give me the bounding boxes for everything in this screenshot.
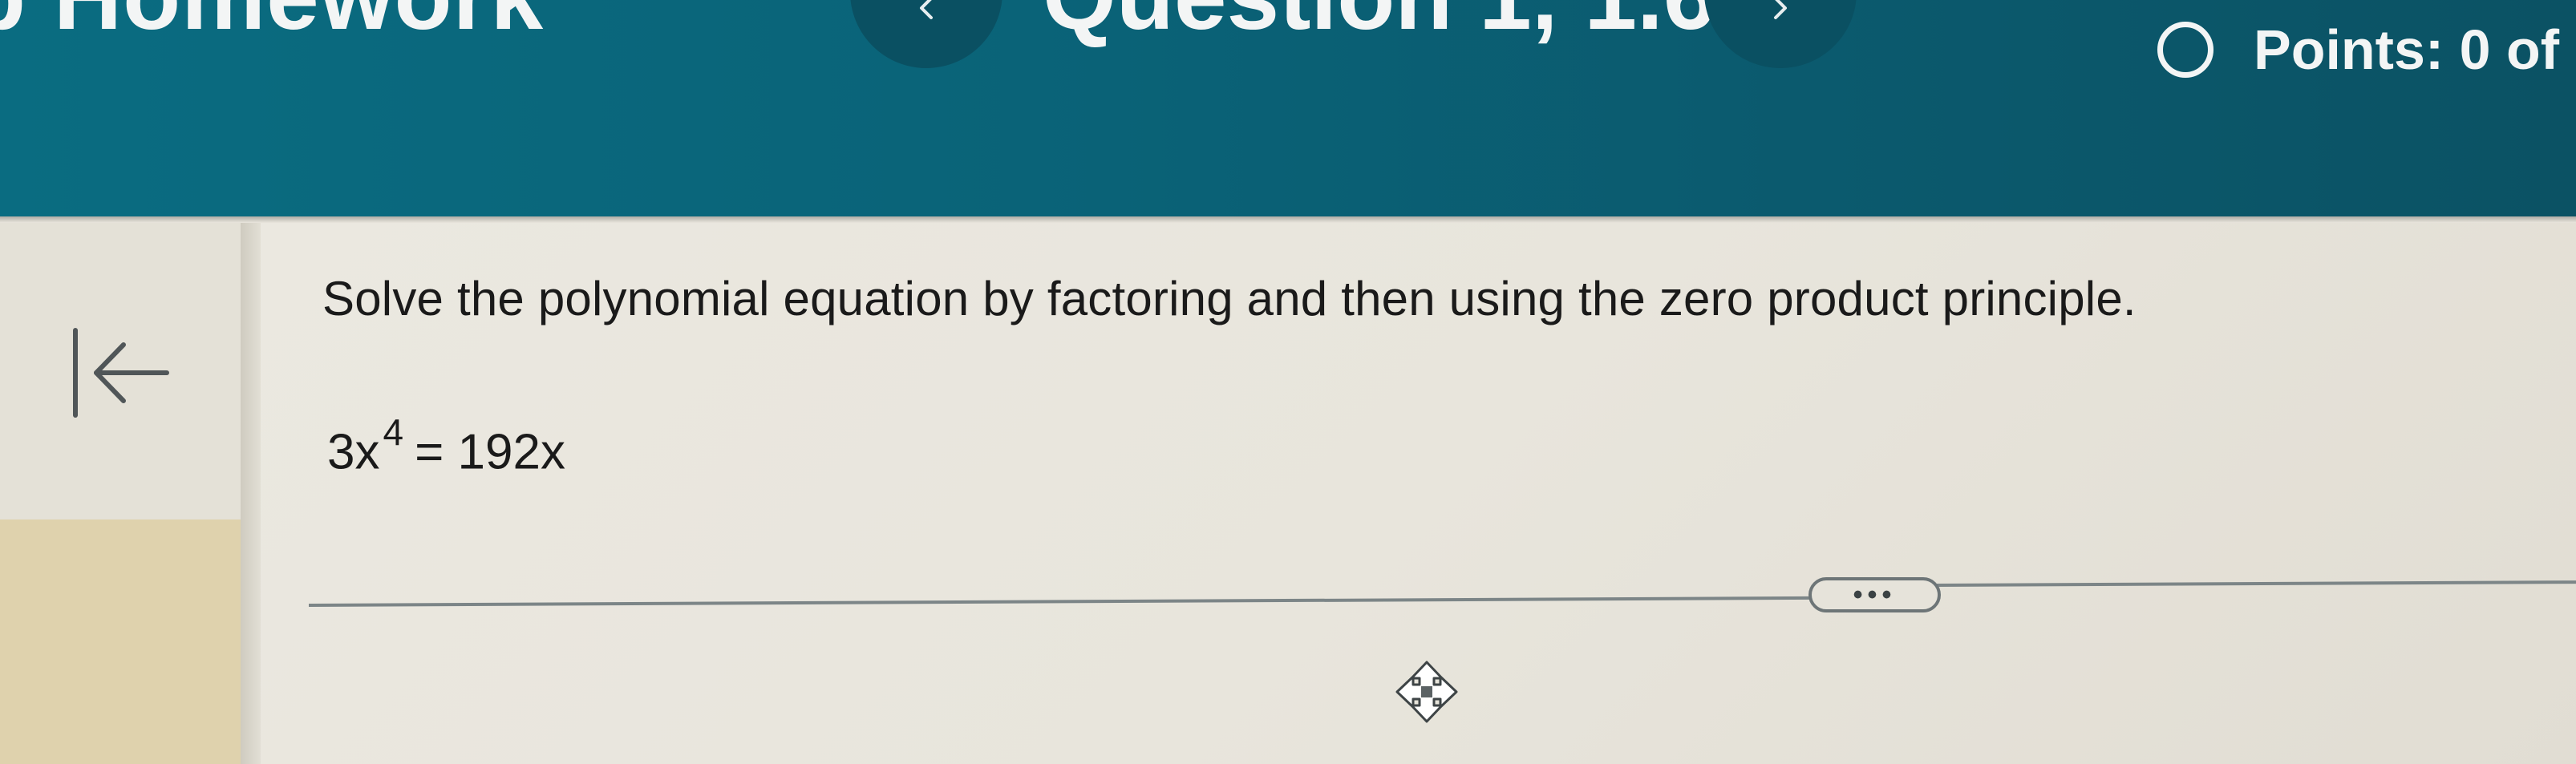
chevron-right-icon (1774, 0, 1787, 19)
expand-more-button[interactable]: ••• (1808, 577, 1941, 612)
previous-question-button[interactable] (850, 0, 1002, 68)
move-cursor-icon (1394, 659, 1460, 725)
arrow-left-to-bar-icon (73, 328, 169, 418)
more-label: ••• (1853, 580, 1897, 610)
header-bar: b Homework Question 1, 1.6-1 Points: 0 o… (0, 0, 2576, 216)
points-indicator: Points: 0 of (2157, 18, 2559, 82)
circle-outline-icon (2157, 22, 2213, 78)
equation: 3x4 = 192x (327, 411, 565, 481)
equation-exponent: 4 (383, 411, 404, 453)
back-to-list-button[interactable] (64, 321, 176, 425)
panel-divider (241, 223, 261, 764)
question-instructions: Solve the polynomial equation by factori… (322, 272, 2137, 325)
equation-rhs: = 192x (415, 424, 565, 480)
chevron-left-icon (920, 0, 933, 19)
header-shadow (0, 216, 2576, 223)
assignment-title: b Homework (0, 0, 544, 51)
question-title: Question 1, 1.6-1 (1043, 0, 1800, 51)
points-label: Points: 0 of (2254, 18, 2560, 81)
left-panel-accent (0, 519, 261, 764)
equation-base: 3x (327, 424, 380, 480)
next-question-button[interactable] (1704, 0, 1857, 68)
